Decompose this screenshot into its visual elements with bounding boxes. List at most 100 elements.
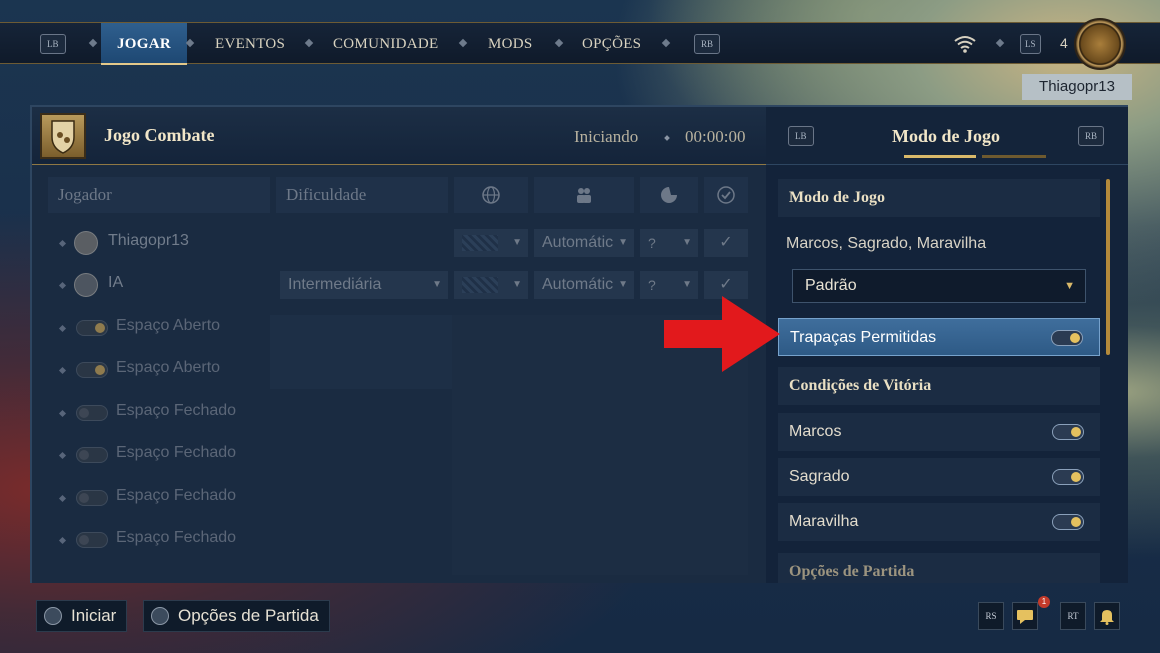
slot-label: Espaço Fechado	[116, 402, 237, 419]
row-bullet	[58, 324, 67, 333]
view-glyph-icon	[151, 607, 169, 625]
color-select[interactable]: ? ▼	[640, 229, 698, 257]
chevron-down-icon: ▼	[618, 237, 628, 248]
team-select[interactable]: Automátic ▼	[534, 229, 634, 257]
row-bullet	[58, 366, 67, 375]
slot-row[interactable]: Espaço Fechado	[48, 522, 748, 558]
status-separator	[664, 135, 670, 141]
shield-icon	[40, 113, 86, 159]
row-bullet	[58, 281, 67, 290]
settings-header: LB Modo de Jogo RB	[766, 107, 1128, 165]
row-bullet	[58, 409, 67, 418]
tab-inactive-underline	[982, 155, 1046, 158]
nav-separator	[88, 38, 98, 48]
section-header-victory: Condições de Vitória	[778, 367, 1100, 405]
ready-check-icon[interactable]: ✓	[704, 229, 748, 257]
globe-icon	[74, 273, 98, 297]
color-select[interactable]: ? ▼	[640, 271, 698, 299]
ls-stick-hint[interactable]: LS	[1020, 34, 1041, 54]
nav-separator	[995, 38, 1005, 48]
nav-separator	[554, 38, 564, 48]
rt-trigger-hint[interactable]: RT	[1060, 602, 1086, 630]
settings-scrollbar[interactable]	[1106, 179, 1110, 355]
leader-portrait-icon	[74, 231, 98, 255]
row-bullet	[58, 494, 67, 503]
victory-option-marcos[interactable]: Marcos	[778, 413, 1100, 451]
difficulty-select[interactable]: Intermediária ▼	[280, 271, 448, 299]
chevron-down-icon: ▼	[1064, 280, 1075, 292]
player-row: IA Intermediária ▼ ▼ Automátic ▼ ? ▼ ✓	[48, 267, 748, 303]
team-select[interactable]: Automátic ▼	[534, 271, 634, 299]
slot-label: Espaço Fechado	[116, 487, 237, 504]
profile-count: 4	[1060, 35, 1068, 51]
victory-option-label: Sagrado	[789, 468, 850, 485]
header-difficulty: Dificuldade	[276, 177, 448, 213]
rb-tab-hint[interactable]: RB	[1078, 126, 1105, 146]
lb-tab-hint[interactable]: LB	[788, 126, 814, 146]
slot-toggle[interactable]	[76, 362, 108, 378]
victory-option-sagrado[interactable]: Sagrado	[778, 458, 1100, 496]
players-table: Jogador Dificuldade Thiagopr13 ▼ Automát…	[32, 165, 766, 583]
match-options-button[interactable]: Opções de Partida	[143, 600, 330, 632]
rb-bumper-hint[interactable]: RB	[694, 34, 721, 54]
profile-avatar[interactable]	[1074, 18, 1126, 70]
civ-placeholder-icon	[462, 277, 498, 293]
slot-toggle[interactable]	[76, 532, 108, 548]
tab-eventos[interactable]: EVENTOS	[215, 23, 285, 65]
slot-row[interactable]: Espaço Aberto	[48, 310, 748, 346]
tab-comunidade[interactable]: COMUNIDADE	[333, 23, 439, 65]
username-label: Thiagopr13	[1022, 74, 1132, 100]
notification-badge: 1	[1038, 596, 1050, 608]
game-mode-summary: Marcos, Sagrado, Maravilha	[786, 235, 987, 252]
nav-separator	[304, 38, 314, 48]
civ-placeholder-icon	[462, 235, 498, 251]
chevron-down-icon: ▼	[682, 279, 692, 290]
color-palette-icon	[640, 177, 698, 213]
tab-jogar[interactable]: JOGAR	[101, 23, 187, 65]
cheats-allowed-option[interactable]: Trapaças Permitidas	[778, 318, 1100, 356]
slot-row[interactable]: Espaço Fechado	[48, 395, 748, 431]
tab-opcoes[interactable]: OPÇÕES	[582, 23, 641, 65]
slot-row[interactable]: Espaço Fechado	[48, 437, 748, 473]
slot-toggle[interactable]	[76, 447, 108, 463]
player-name: IA	[108, 274, 124, 291]
nav-separator	[185, 38, 195, 48]
game-mode-settings: Modo de Jogo Marcos, Sagrado, Maravilha …	[766, 165, 1128, 583]
slot-toggle[interactable]	[76, 320, 108, 336]
slot-toggle[interactable]	[76, 405, 108, 421]
chevron-down-icon: ▼	[682, 237, 692, 248]
row-bullet	[58, 536, 67, 545]
chevron-down-icon: ▼	[618, 279, 628, 290]
question-icon: ?	[648, 277, 656, 293]
slot-toggle[interactable]	[76, 490, 108, 506]
victory-toggle[interactable]	[1052, 514, 1084, 530]
header-player: Jogador	[48, 177, 270, 213]
ready-check-icon[interactable]: ✓	[704, 271, 748, 299]
row-bullet	[58, 239, 67, 248]
tab-mods[interactable]: MODS	[488, 23, 533, 65]
slot-row[interactable]: Espaço Aberto	[48, 352, 748, 388]
player-row: Thiagopr13 ▼ Automátic ▼ ? ▼ ✓	[48, 225, 748, 261]
chevron-down-icon: ▼	[512, 279, 522, 290]
top-nav-bar: LB JOGAR EVENTOS COMUNIDADE MODS OPÇÕES …	[0, 22, 1160, 65]
rs-stick-hint[interactable]: RS	[978, 602, 1004, 630]
cheats-allowed-toggle[interactable]	[1051, 330, 1083, 346]
civ-select[interactable]: ▼	[454, 229, 528, 257]
game-mode-select[interactable]: Padrão ▼	[792, 269, 1086, 303]
start-button[interactable]: Iniciar	[36, 600, 128, 632]
difficulty-value: Intermediária	[288, 276, 382, 293]
victory-option-label: Marcos	[789, 423, 842, 440]
victory-option-maravilha[interactable]: Maravilha	[778, 503, 1100, 541]
bell-icon[interactable]	[1094, 602, 1120, 630]
game-title: Jogo Combate	[104, 125, 215, 145]
civ-select[interactable]: ▼	[454, 271, 528, 299]
lb-bumper-hint[interactable]: LB	[40, 34, 66, 54]
victory-toggle[interactable]	[1052, 424, 1084, 440]
nav-separator	[458, 38, 468, 48]
tab-active-underline	[904, 155, 976, 158]
slot-label: Espaço Fechado	[116, 444, 237, 461]
chat-icon[interactable]	[1012, 602, 1038, 630]
lobby-header: Jogo Combate Iniciando 00:00:00	[32, 107, 766, 165]
slot-row[interactable]: Espaço Fechado	[48, 480, 748, 516]
victory-toggle[interactable]	[1052, 469, 1084, 485]
